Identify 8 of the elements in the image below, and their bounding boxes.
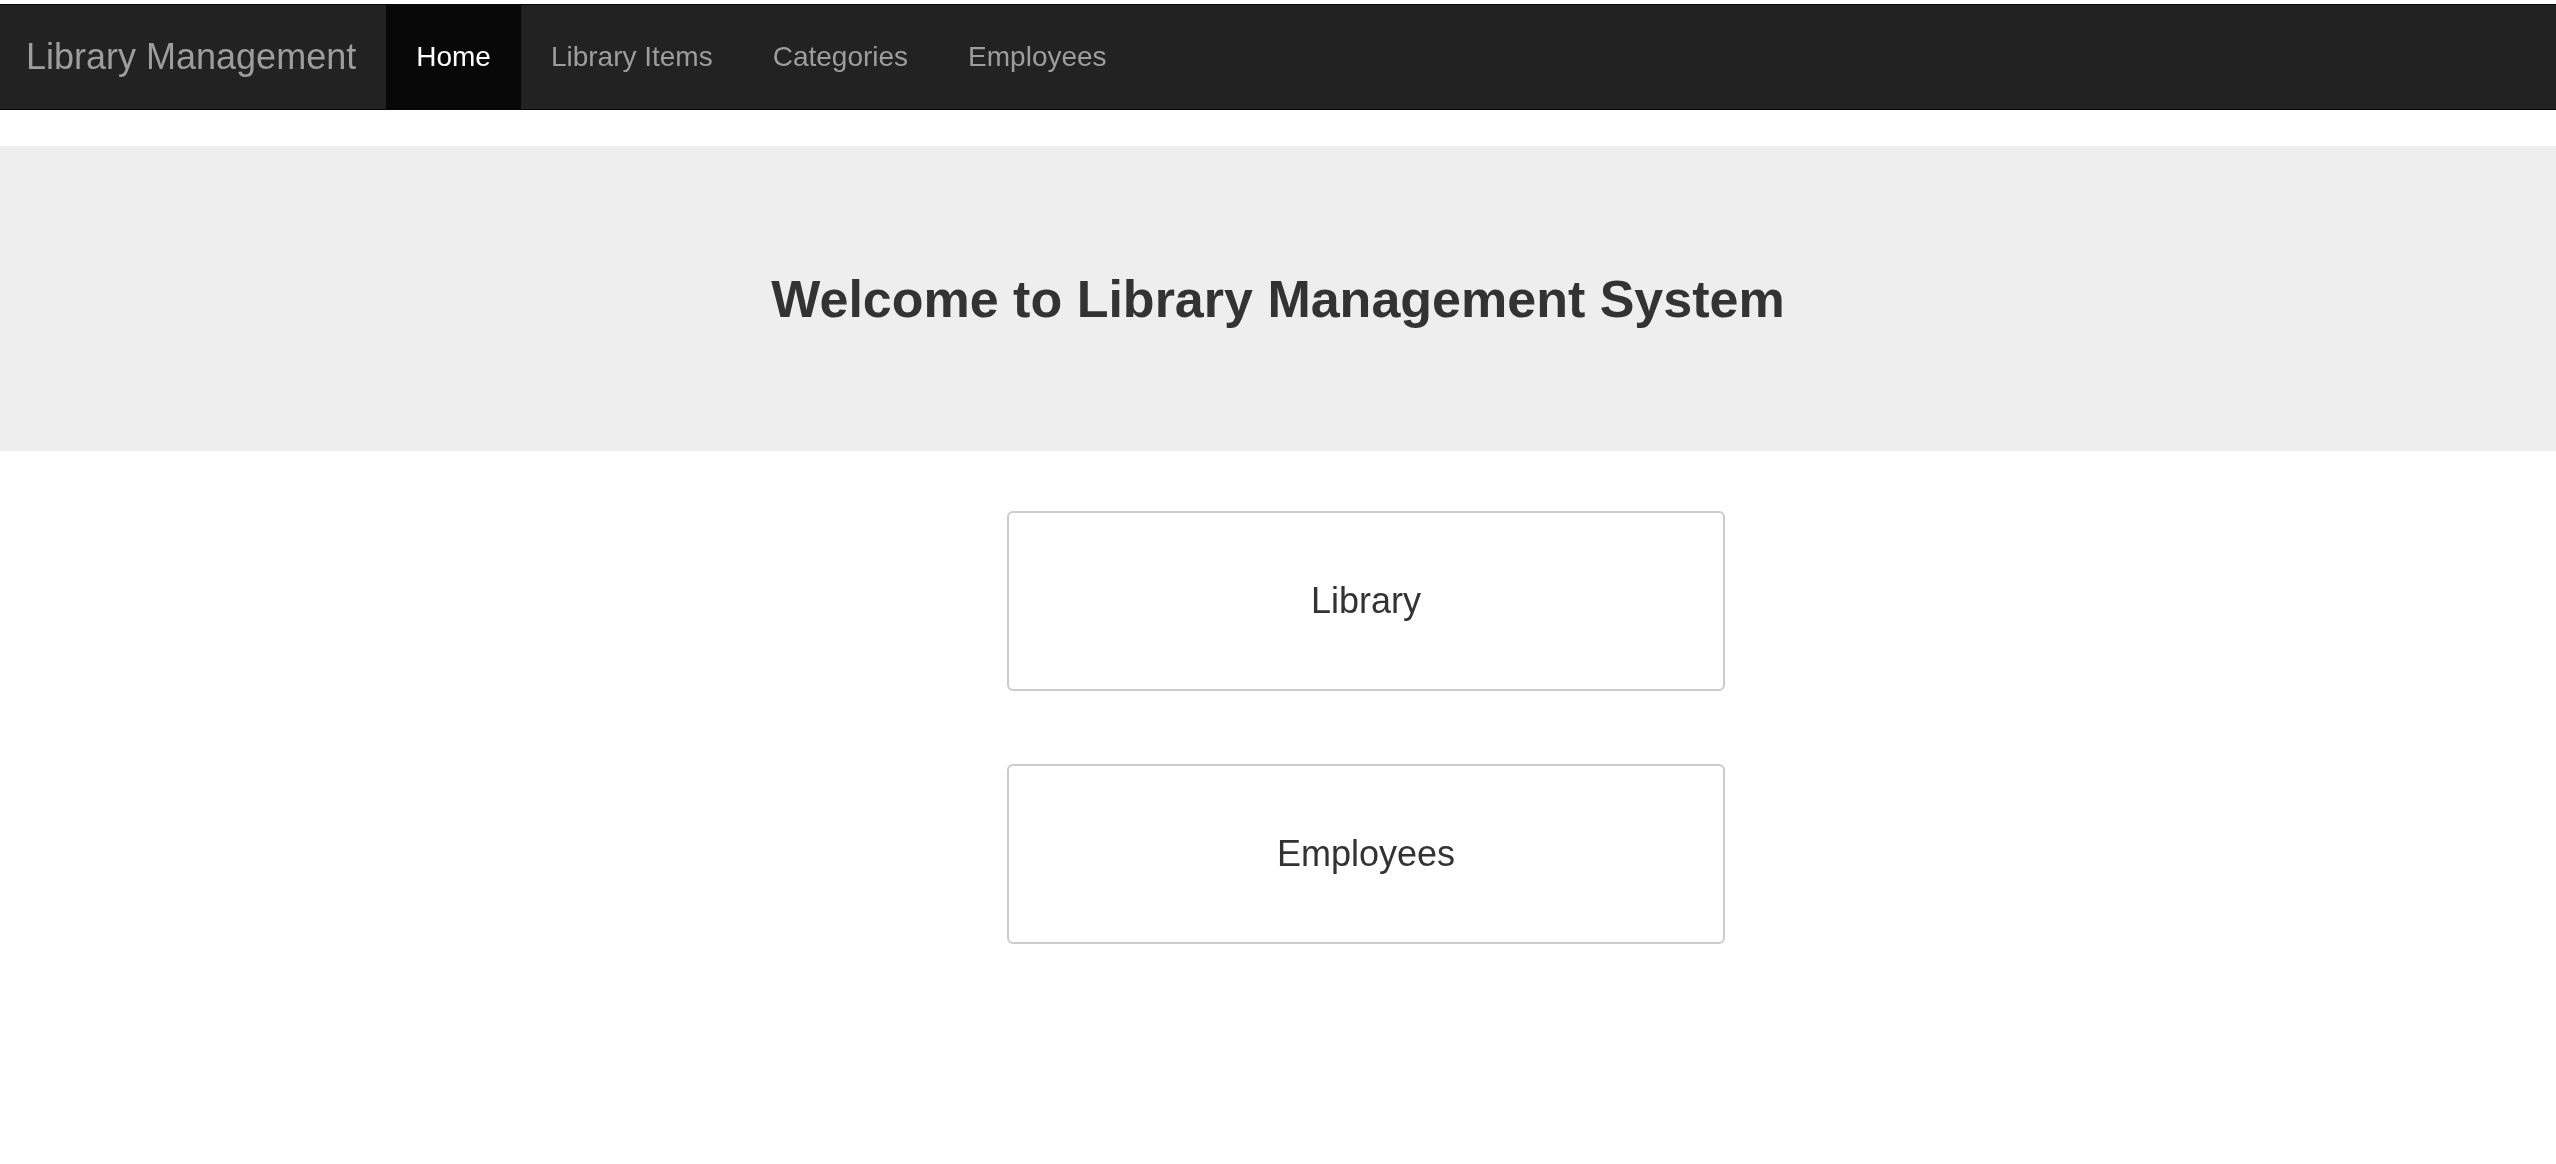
nav-card[interactable]: Library: [1007, 511, 1725, 691]
nav-card[interactable]: Employees: [1007, 764, 1725, 944]
nav-tab[interactable]: Employees: [938, 5, 1137, 109]
nav-tab[interactable]: Categories: [742, 5, 939, 109]
nav-tab[interactable]: Home: [386, 5, 521, 109]
nav-tab[interactable]: Library Items: [520, 5, 743, 109]
banner-heading: Welcome to Library Management System: [771, 268, 1785, 329]
brand-link[interactable]: Library Management: [0, 5, 387, 109]
